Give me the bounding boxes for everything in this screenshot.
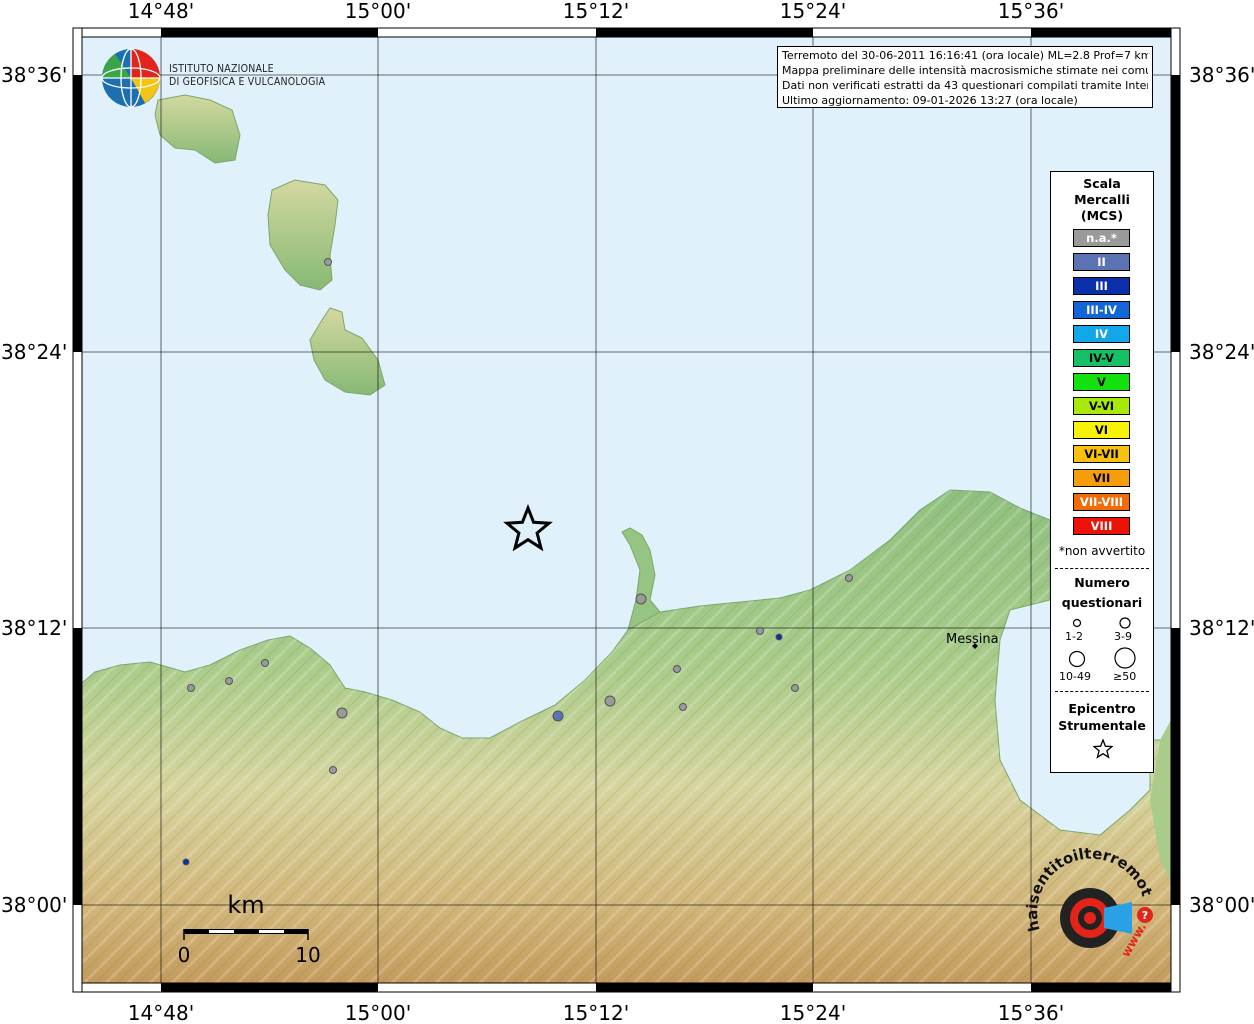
size-50-icon xyxy=(1114,647,1136,669)
legend-swatch: VIII xyxy=(1073,517,1130,535)
ingv-globe-icon xyxy=(101,48,161,108)
count-title-line: questionari xyxy=(1061,595,1143,610)
lat-label-right: 38°36' xyxy=(1189,63,1254,87)
obs-marker[interactable] xyxy=(673,665,681,673)
obs-marker[interactable] xyxy=(845,574,853,582)
lon-label-bottom: 15°24' xyxy=(780,1001,846,1024)
intensity-legend: Scala Mercalli (MCS) n.a.* II III III-IV IV I… xyxy=(1050,171,1154,773)
lat-label-left: 38°00' xyxy=(1,893,67,917)
legend-swatch: IV xyxy=(1073,325,1130,343)
size-label: 1-2 xyxy=(1065,630,1083,643)
scale-max-label: 10 xyxy=(295,943,320,967)
lon-label-top: 15°00' xyxy=(345,0,411,23)
lon-label-bottom: 14°48' xyxy=(128,1001,194,1024)
city-messina: Messina xyxy=(946,632,999,649)
legend-title: Scala Mercalli (MCS) xyxy=(1051,176,1153,224)
lon-label-bottom: 15°00' xyxy=(345,1001,411,1024)
legend-swatch: VI-VII xyxy=(1073,445,1130,463)
scale-unit-label: km xyxy=(227,891,264,919)
count-title: Numero questionari xyxy=(1051,574,1153,611)
obs-marker[interactable] xyxy=(635,593,647,605)
event-info-line: Mappa preliminare delle intensità macros… xyxy=(782,64,1148,77)
legend-swatch: V-VI xyxy=(1073,397,1130,415)
legend-swatch: II xyxy=(1073,253,1130,271)
lat-label-right: 38°12' xyxy=(1189,616,1254,640)
legend-swatch: V xyxy=(1073,373,1130,391)
legend-divider xyxy=(1055,568,1149,569)
obs-marker[interactable] xyxy=(329,766,337,774)
lat-label-left: 38°36' xyxy=(1,63,67,87)
legend-swatch: n.a.* xyxy=(1073,229,1130,247)
lat-label-left: 38°24' xyxy=(1,340,67,364)
obs-marker[interactable] xyxy=(336,707,348,719)
scale-min-label: 0 xyxy=(178,943,191,967)
legend-divider xyxy=(1055,691,1149,692)
lat-label-right: 38°00' xyxy=(1189,893,1254,917)
lat-label-right: 38°24' xyxy=(1189,340,1254,364)
size-3-9-icon xyxy=(1119,617,1131,629)
legend-swatch: VI xyxy=(1073,421,1130,439)
lon-label-bottom: 15°12' xyxy=(563,1001,629,1024)
obs-marker[interactable] xyxy=(261,659,269,667)
obs-marker[interactable] xyxy=(775,633,783,641)
obs-marker[interactable] xyxy=(756,627,764,635)
size-label: 10-49 xyxy=(1059,670,1091,683)
obs-marker[interactable] xyxy=(324,258,332,266)
size-label: 3-9 xyxy=(1114,630,1132,643)
legend-swatch: VII xyxy=(1073,469,1130,487)
lon-label-top: 15°36' xyxy=(998,0,1064,23)
size-label: ≥50 xyxy=(1113,670,1137,683)
legend-title-line: Scala xyxy=(1083,176,1121,191)
event-info-line: Terremoto del 30-06-2011 16:16:41 (ora l… xyxy=(782,49,1148,62)
obs-marker[interactable] xyxy=(604,695,616,707)
event-info-box: Terremoto del 30-06-2011 16:16:41 (ora l… xyxy=(777,46,1153,108)
legend-swatch: IV-V xyxy=(1073,349,1130,367)
size-1-2-icon xyxy=(1072,618,1082,628)
obs-marker[interactable] xyxy=(679,703,687,711)
lon-label-top: 15°12' xyxy=(563,0,629,23)
obs-marker[interactable] xyxy=(182,858,190,866)
lat-label-left: 38°12' xyxy=(1,616,67,640)
count-title-line: Numero xyxy=(1074,575,1130,590)
legend-swatch: III xyxy=(1073,277,1130,295)
obs-marker[interactable] xyxy=(552,710,564,722)
svg-text:?: ? xyxy=(1142,909,1148,922)
epicenter-title: Epicentro Strumentale xyxy=(1051,700,1153,734)
event-info-line: Ultimo aggiornamento: 09-01-2026 13:27 (… xyxy=(782,94,1078,107)
event-info-line: Dati non verificati estratti da 43 quest… xyxy=(782,79,1148,92)
legend-title-line: (MCS) xyxy=(1080,208,1124,223)
lon-label-bottom: 15°36' xyxy=(998,1001,1064,1024)
obs-marker[interactable] xyxy=(225,677,233,685)
obs-marker[interactable] xyxy=(791,684,799,692)
obs-marker[interactable] xyxy=(187,684,195,692)
epicenter-title-line: Epicentro xyxy=(1068,701,1136,716)
not-felt-note: *non avvertito xyxy=(1058,544,1146,558)
city-label: Messina xyxy=(946,632,999,647)
ingv-logo-text: ISTITUTO NAZIONALE DI GEOFISICA E VULCAN… xyxy=(169,63,325,89)
size-10-49-icon xyxy=(1068,650,1086,668)
lon-label-top: 14°48' xyxy=(128,0,194,23)
epicenter-title-line: Strumentale xyxy=(1058,718,1146,733)
legend-swatch: VII-VIII xyxy=(1073,493,1130,511)
legend-star-icon xyxy=(1093,739,1113,759)
logo-line-1: ISTITUTO NAZIONALE xyxy=(169,63,274,75)
logo-line-2: DI GEOFISICA E VULCANOLOGIA xyxy=(169,76,326,88)
lon-label-top: 15°24' xyxy=(780,0,846,23)
legend-title-line: Mercalli xyxy=(1074,192,1130,207)
legend-swatch: III-IV xyxy=(1073,301,1130,319)
